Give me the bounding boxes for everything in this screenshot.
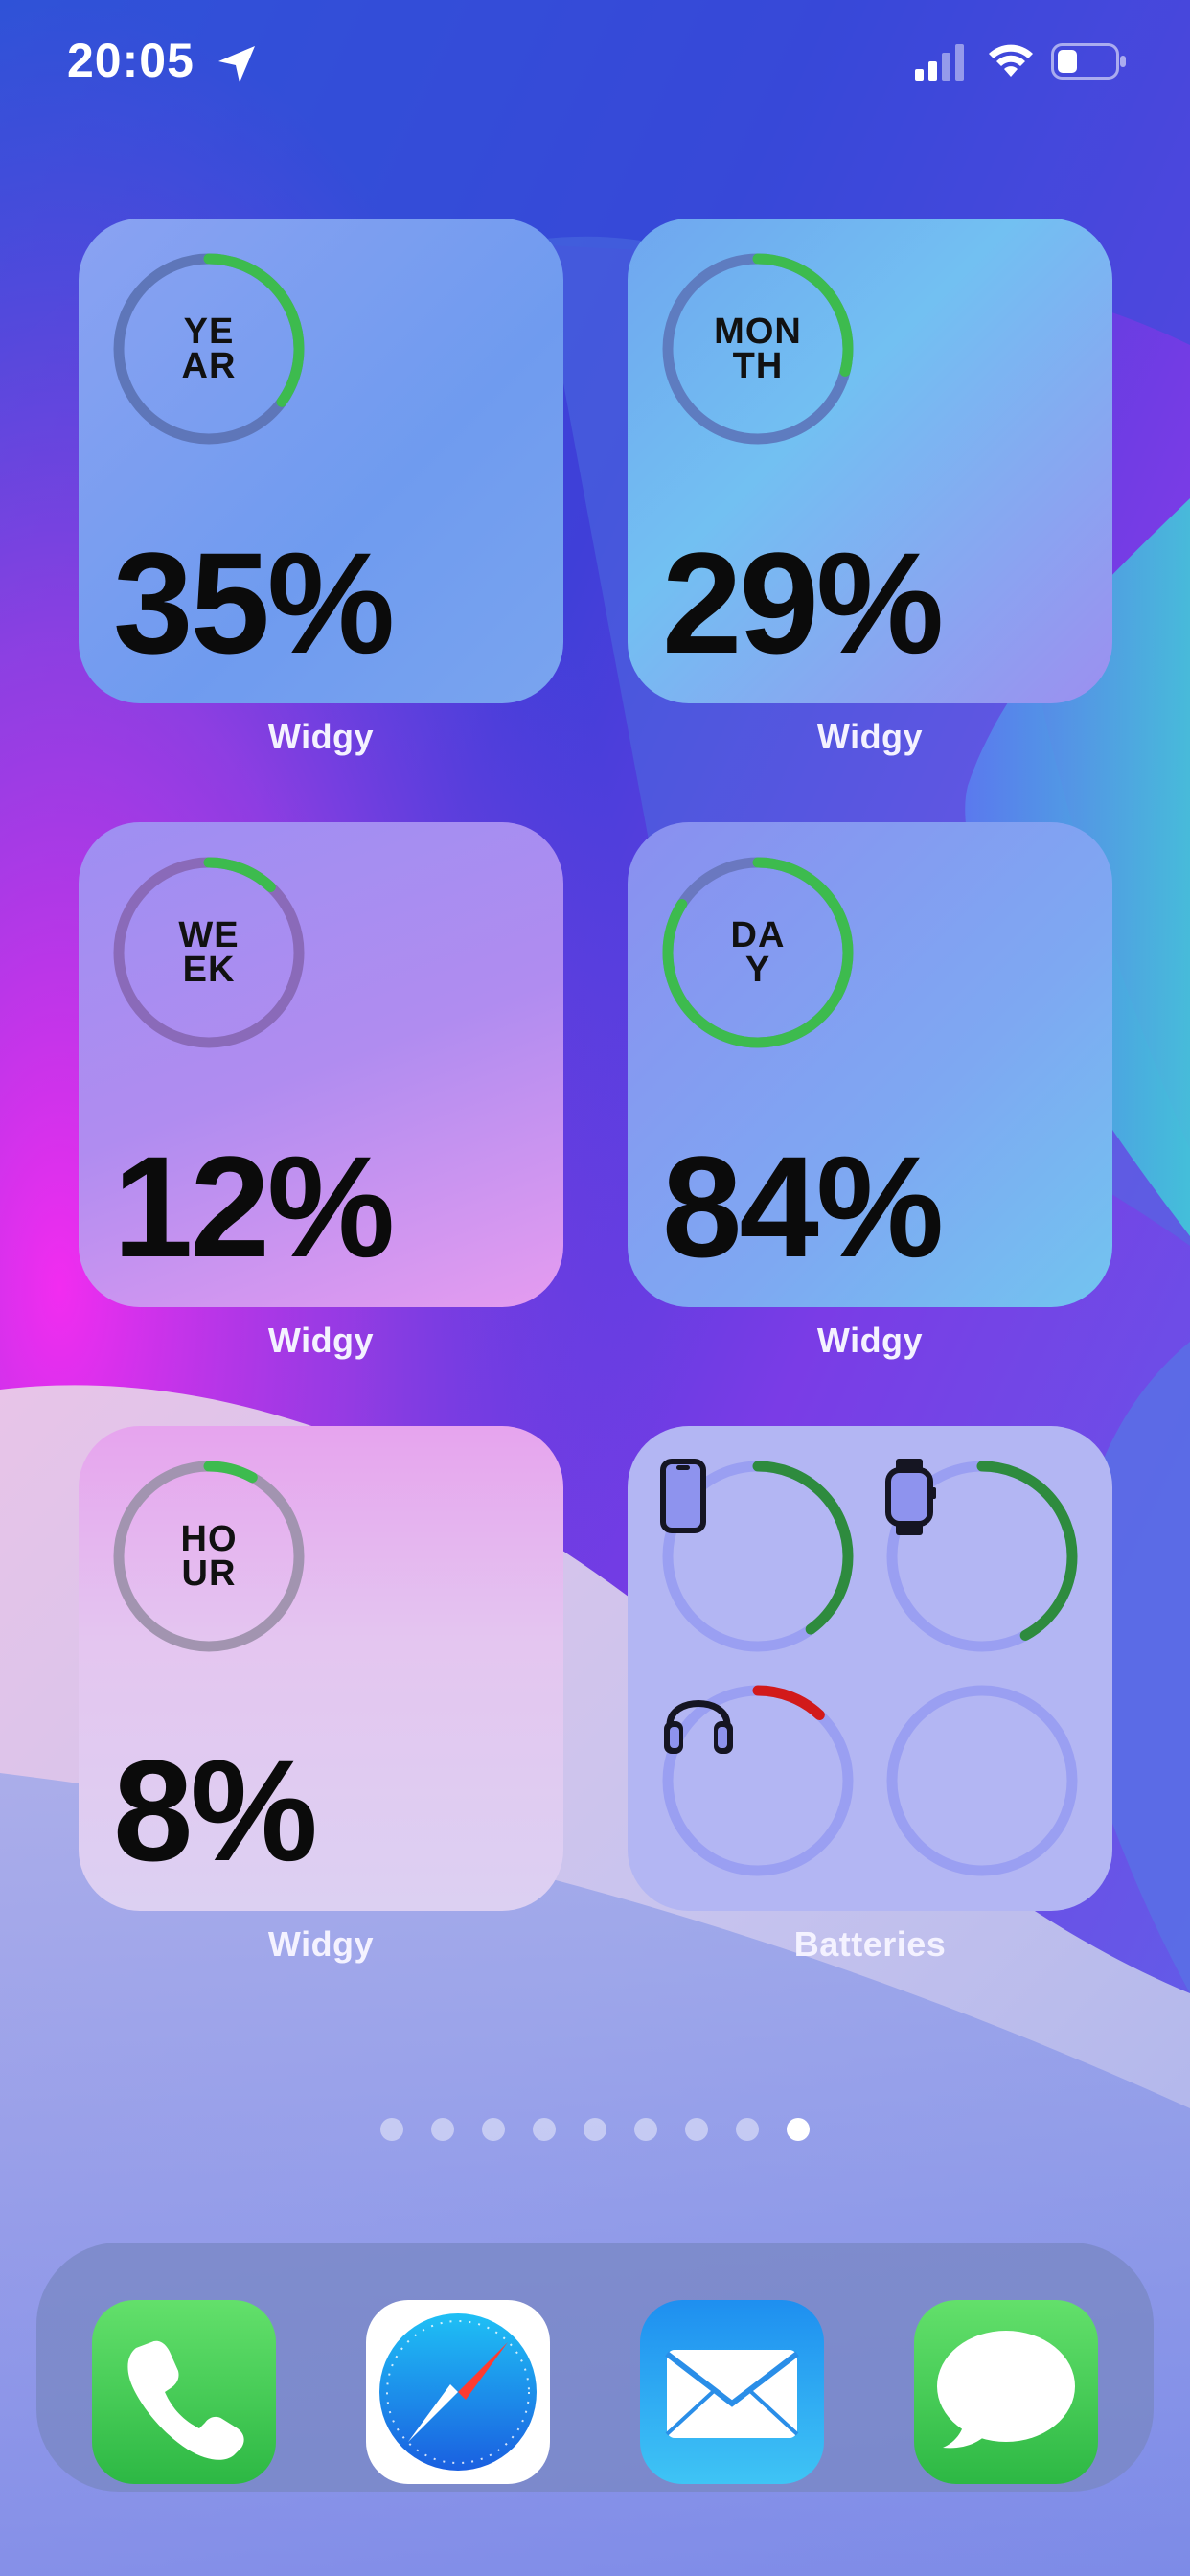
batteries-widget[interactable]: [628, 1426, 1112, 1911]
page-dot[interactable]: [634, 2118, 657, 2141]
percent-value: 35%: [113, 522, 395, 683]
widget-app-label: Widgy: [267, 1321, 375, 1360]
status-time: 20:05: [67, 34, 195, 87]
ring-label: HO UR: [180, 1519, 238, 1594]
battery-icon: [1051, 43, 1126, 80]
page-dot[interactable]: [685, 2118, 708, 2141]
widget-app-label: Widgy: [267, 1924, 375, 1964]
ring-label: WE EK: [178, 915, 240, 990]
percent-value: 12%: [113, 1126, 395, 1287]
year-progress-widget[interactable]: YE AR 35%: [79, 218, 563, 703]
battery-ring-headphones: [660, 1683, 856, 1878]
cellular-signal-icon: [915, 44, 964, 80]
week-progress-widget[interactable]: WE EK 12%: [79, 822, 563, 1307]
month-progress-widget[interactable]: MON TH 29%: [628, 218, 1112, 703]
widget-app-label: Widgy: [816, 717, 924, 756]
battery-ring-watch: [884, 1459, 1080, 1654]
widget-app-label: Widgy: [816, 1321, 924, 1360]
page-dot[interactable]: [584, 2118, 606, 2141]
percent-value: 29%: [662, 522, 944, 683]
page-dot[interactable]: [431, 2118, 454, 2141]
percent-value: 8%: [113, 1730, 318, 1891]
apple-watch-icon: [885, 1459, 936, 1535]
ring-label: DA Y: [730, 915, 786, 990]
page-dot[interactable]: [380, 2118, 403, 2141]
iphone-icon: [660, 1459, 706, 1533]
page-dot[interactable]: [736, 2118, 759, 2141]
page-dot[interactable]: [787, 2118, 810, 2141]
ring-label: YE AR: [181, 311, 237, 386]
hour-progress-widget[interactable]: HO UR 8%: [79, 1426, 563, 1911]
percent-value: 84%: [662, 1126, 944, 1287]
safari-app-icon[interactable]: [366, 2300, 550, 2484]
messages-app-icon[interactable]: [914, 2300, 1098, 2484]
page-dot[interactable]: [482, 2118, 505, 2141]
mail-app-icon[interactable]: [640, 2300, 824, 2484]
widget-app-label: Batteries: [793, 1924, 947, 1964]
airpods-max-icon: [664, 1700, 733, 1754]
wifi-icon: [989, 44, 1033, 77]
battery-ring-empty: [884, 1683, 1080, 1878]
day-progress-widget[interactable]: DA Y 84%: [628, 822, 1112, 1307]
widget-app-label: Widgy: [267, 717, 375, 756]
ring-label: MON TH: [714, 311, 802, 386]
page-indicator[interactable]: [0, 2118, 1190, 2141]
phone-app-icon[interactable]: [92, 2300, 276, 2484]
page-dot[interactable]: [533, 2118, 556, 2141]
location-arrow-icon: [218, 46, 255, 82]
battery-ring-iphone: [660, 1459, 856, 1654]
